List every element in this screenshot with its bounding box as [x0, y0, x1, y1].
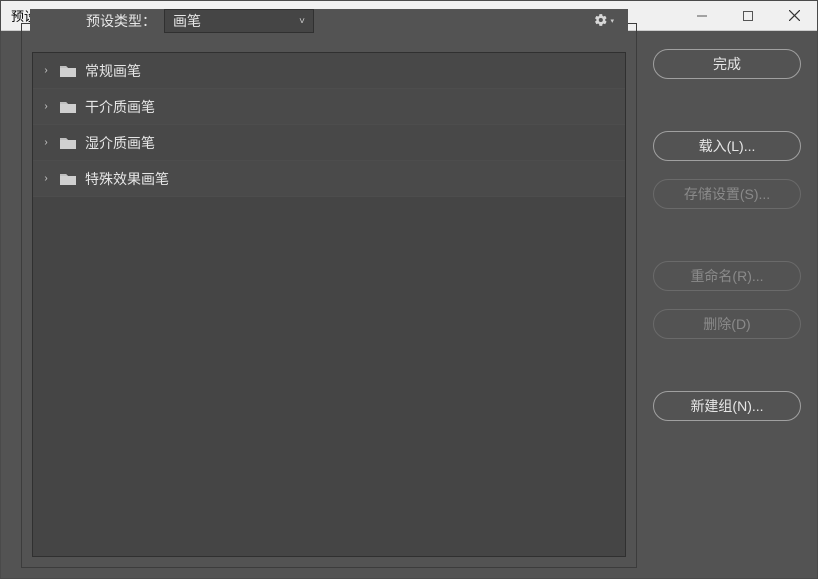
- gear-icon: [594, 13, 608, 30]
- list-item[interactable]: › 特殊效果画笔: [33, 161, 625, 197]
- maximize-button[interactable]: [725, 1, 771, 30]
- list-item[interactable]: › 常规画笔: [33, 53, 625, 89]
- expand-arrow-icon[interactable]: ›: [41, 101, 51, 112]
- delete-button: 删除(D): [653, 309, 801, 339]
- rename-button: 重命名(R)...: [653, 261, 801, 291]
- preset-type-dropdown[interactable]: 画笔 ˅: [164, 9, 314, 33]
- chevron-down-icon: ▾: [610, 17, 614, 25]
- expand-arrow-icon[interactable]: ›: [41, 173, 51, 184]
- flyout-menu-button[interactable]: ▾: [594, 13, 622, 30]
- content-area: 预设类型： 画笔 ˅ ▾ ›: [1, 31, 817, 578]
- list-item-label: 干介质画笔: [85, 97, 155, 117]
- expand-arrow-icon[interactable]: ›: [41, 137, 51, 148]
- folder-icon: [59, 172, 77, 186]
- load-button[interactable]: 载入(L)...: [653, 131, 801, 161]
- preset-manager-window: 预设管理器 预设类型： 画笔 ˅: [0, 0, 818, 579]
- list-area: › 常规画笔 › 干介质画笔: [22, 48, 636, 567]
- folder-icon: [59, 64, 77, 78]
- frame-border: 预设类型： 画笔 ˅ ▾ ›: [21, 23, 637, 568]
- folder-icon: [59, 100, 77, 114]
- top-row: 预设类型： 画笔 ˅ ▾: [30, 9, 628, 33]
- chevron-down-icon: ˅: [299, 16, 305, 27]
- preset-type-label: 预设类型：: [36, 11, 156, 31]
- minimize-button[interactable]: [679, 1, 725, 30]
- list-item-label: 常规画笔: [85, 61, 141, 81]
- preset-list[interactable]: › 常规画笔 › 干介质画笔: [32, 52, 626, 557]
- list-item[interactable]: › 湿介质画笔: [33, 125, 625, 161]
- save-set-button: 存储设置(S)...: [653, 179, 801, 209]
- expand-arrow-icon[interactable]: ›: [41, 65, 51, 76]
- new-group-button[interactable]: 新建组(N)...: [653, 391, 801, 421]
- list-item-label: 特殊效果画笔: [85, 169, 169, 189]
- right-pane: 完成 载入(L)... 存储设置(S)... 重命名(R)... 删除(D) 新…: [647, 31, 817, 578]
- list-item-label: 湿介质画笔: [85, 133, 155, 153]
- list-item[interactable]: › 干介质画笔: [33, 89, 625, 125]
- left-pane: 预设类型： 画笔 ˅ ▾ ›: [1, 31, 647, 578]
- titlebar-controls: [679, 1, 817, 30]
- dropdown-value: 画笔: [173, 11, 201, 31]
- close-button[interactable]: [771, 1, 817, 30]
- folder-icon: [59, 136, 77, 150]
- done-button[interactable]: 完成: [653, 49, 801, 79]
